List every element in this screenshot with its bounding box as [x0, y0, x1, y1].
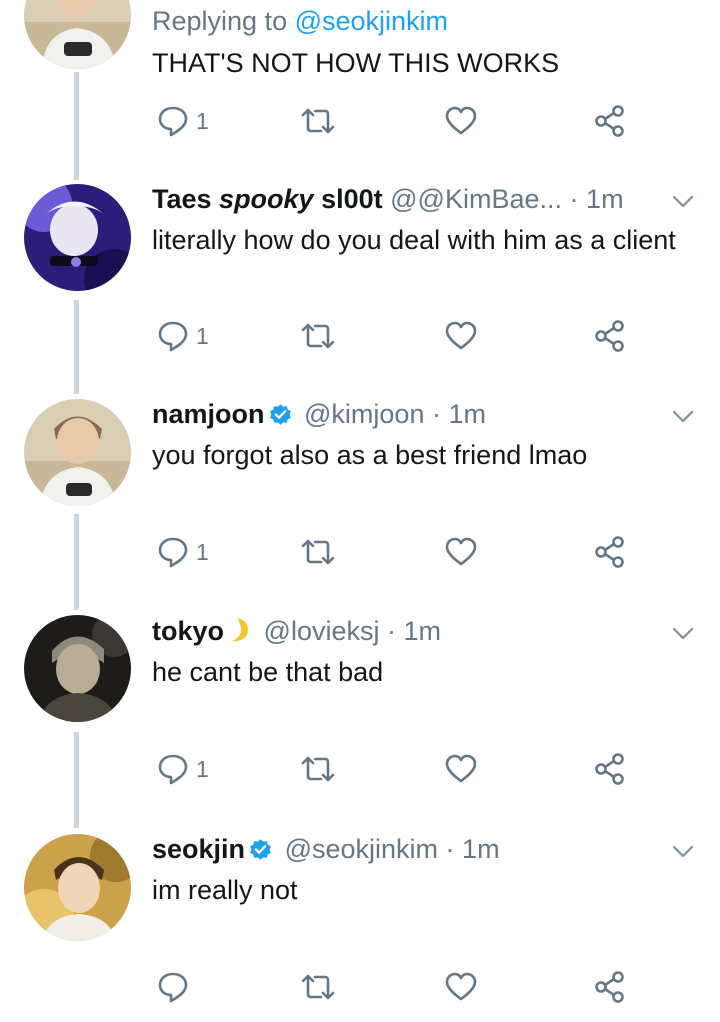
reply-button[interactable]: 1 [158, 103, 209, 139]
like-button[interactable] [445, 103, 477, 139]
tweet-header: namjoon @kimjoon · 1m [152, 397, 486, 431]
avatar[interactable] [24, 399, 131, 506]
verified-badge-icon [269, 404, 291, 425]
tweet-text: THAT'S NOT HOW THIS WORKS [152, 48, 560, 78]
retweet-icon [301, 323, 335, 349]
retweet-button[interactable] [300, 318, 336, 354]
chevron-down-icon[interactable] [672, 195, 694, 209]
share-button[interactable] [594, 969, 626, 1005]
display-name-italic: spooky [219, 184, 314, 214]
tweet-actions: 1 [0, 318, 720, 354]
like-button[interactable] [445, 534, 477, 570]
share-button[interactable] [594, 103, 626, 139]
retweet-button[interactable] [300, 103, 336, 139]
reply-button[interactable]: 1 [158, 318, 209, 354]
reply-button[interactable] [158, 969, 196, 1005]
retweet-button[interactable] [300, 751, 336, 787]
tweet-actions: 1 [0, 103, 720, 139]
chevron-down-icon[interactable] [672, 410, 694, 424]
like-icon [445, 972, 477, 1001]
like-icon [445, 106, 477, 135]
display-name-end: sl00t [313, 184, 383, 214]
reply-count: 1 [196, 322, 209, 349]
retweet-icon [301, 974, 335, 1000]
separator: · [569, 184, 579, 214]
display-name[interactable]: namjoon [152, 399, 265, 429]
retweet-button[interactable] [300, 534, 336, 570]
verified-badge-icon [250, 839, 271, 860]
tweet-actions: 1 [0, 751, 720, 787]
retweet-icon [301, 539, 335, 565]
reply-count: 1 [196, 755, 209, 782]
reply-button[interactable]: 1 [158, 534, 209, 570]
handle[interactable]: @kimjoon [304, 399, 424, 429]
handle[interactable]: @@KimBae... [390, 184, 562, 214]
tweet[interactable]: namjoon @kimjoon · 1m you forgot also as… [0, 394, 720, 610]
handle[interactable]: @seokjinkim [285, 834, 438, 864]
tweet[interactable]: Taes spooky sl00t @@KimBae... · 1m liter… [0, 180, 720, 394]
tweet-header: Taes spooky sl00t @@KimBae... · 1m [152, 182, 624, 216]
like-icon [445, 321, 477, 350]
chevron-down-icon[interactable] [672, 627, 694, 641]
timestamp[interactable]: 1m [586, 184, 624, 214]
retweet-icon [301, 756, 335, 782]
display-name-start: Taes [152, 184, 220, 214]
display-name[interactable]: tokyo [152, 616, 224, 646]
share-button[interactable] [594, 751, 626, 787]
replying-to: Replying to @seokjinkim [152, 6, 448, 37]
retweet-button[interactable] [300, 969, 336, 1005]
tweet-header: seokjin @seokjinkim · 1m [152, 832, 500, 866]
share-icon [595, 971, 624, 1003]
like-button[interactable] [445, 318, 477, 354]
replying-mention[interactable]: @seokjinkim [295, 6, 448, 36]
like-icon [445, 754, 477, 783]
reply-count: 1 [196, 538, 209, 565]
tweet-header: tokyo @lovieksj · 1m [152, 614, 441, 648]
tweet-text: you forgot also as a best friend lmao [152, 440, 588, 470]
separator: · [445, 834, 455, 864]
reply-icon [158, 321, 188, 352]
share-button[interactable] [594, 318, 626, 354]
like-button[interactable] [445, 969, 477, 1005]
tweet-actions: 1 [0, 534, 720, 570]
replying-prefix: Replying to [152, 6, 295, 36]
like-icon [445, 537, 477, 566]
timestamp[interactable]: 1m [404, 616, 442, 646]
reply-icon [158, 106, 188, 137]
separator: · [386, 616, 396, 646]
display-name[interactable]: Taes spooky sl00t [152, 184, 383, 214]
tweet-text: im really not [152, 875, 298, 905]
share-icon [595, 536, 624, 568]
share-icon [595, 105, 624, 137]
handle[interactable]: @lovieksj [264, 616, 380, 646]
crescent-moon-emoji [232, 618, 249, 642]
share-button[interactable] [594, 534, 626, 570]
tweet[interactable]: tokyo @lovieksj · 1m he cant be that bad… [0, 610, 720, 828]
avatar[interactable] [24, 184, 131, 291]
avatar[interactable] [24, 834, 131, 941]
tweet-text: literally how do you deal with him as a … [152, 225, 676, 255]
reply-icon [158, 972, 188, 1003]
reply-icon [158, 754, 188, 785]
avatar[interactable] [24, 0, 131, 69]
avatar[interactable] [24, 615, 131, 722]
reply-icon [158, 537, 188, 568]
retweet-icon [301, 108, 335, 134]
chevron-down-icon[interactable] [672, 845, 694, 859]
like-button[interactable] [445, 751, 477, 787]
reply-button[interactable]: 1 [158, 751, 209, 787]
timestamp[interactable]: 1m [462, 834, 500, 864]
tweet[interactable]: seokjin @seokjinkim · 1m im really not [0, 828, 720, 1022]
share-icon [595, 753, 624, 785]
separator: · [431, 399, 441, 429]
timestamp[interactable]: 1m [449, 399, 487, 429]
display-name[interactable]: seokjin [152, 834, 245, 864]
tweet-text: he cant be that bad [152, 657, 384, 687]
share-icon [595, 320, 624, 352]
tweet[interactable]: Replying to @seokjinkim THAT'S NOT HOW T… [0, 0, 720, 180]
reply-count: 1 [196, 107, 209, 134]
tweet-actions [0, 969, 720, 1005]
